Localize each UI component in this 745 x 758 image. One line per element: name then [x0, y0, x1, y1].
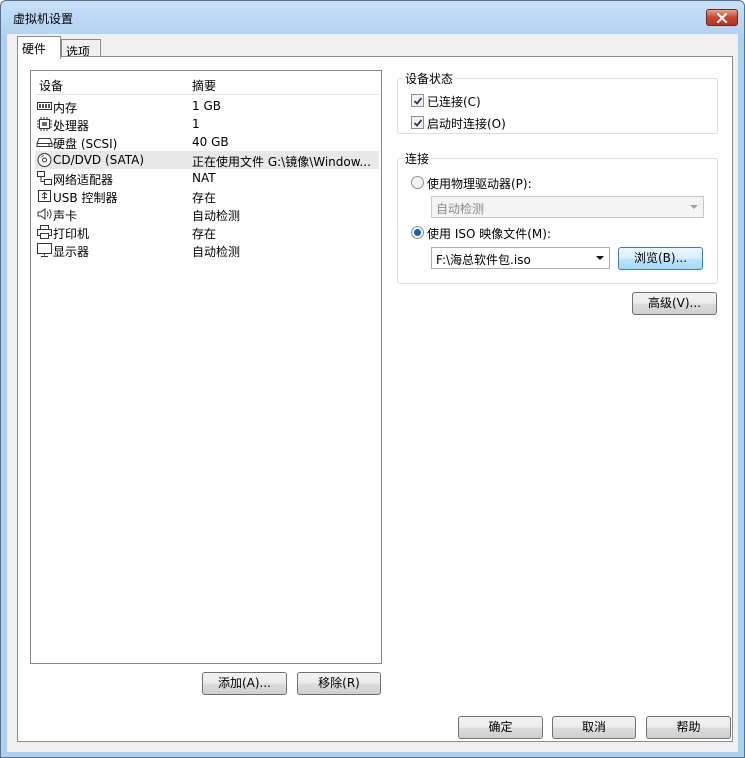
display-icon — [37, 243, 52, 257]
connect-at-power-on-label[interactable]: 启动时连接(O) — [427, 115, 506, 132]
network-adapter-icon — [37, 171, 52, 185]
connect-at-power-on-checkbox[interactable] — [411, 116, 424, 129]
device-summary: 存在 — [192, 191, 217, 205]
memory-icon — [37, 102, 52, 110]
device-name: 声卡 — [53, 209, 78, 223]
device-name: USB 控制器 — [53, 191, 118, 205]
close-button[interactable] — [706, 9, 738, 26]
device-row-cd-dvd[interactable]: CD/DVD (SATA) 正在使用文件 G:\镜像\Window... — [35, 151, 379, 169]
physical-drive-select[interactable]: 自动检测 — [431, 196, 704, 218]
device-summary: 存在 — [192, 227, 217, 241]
tab-hardware-label: 硬件 — [22, 42, 47, 56]
device-list[interactable]: 设备 摘要 内存 1 GB 处理器 1 硬盘 (SCSI) 40 GB CD/D… — [30, 70, 382, 664]
device-summary: 自动检测 — [192, 209, 241, 223]
iso-image-radio[interactable] — [411, 226, 424, 239]
device-name: 打印机 — [53, 227, 90, 241]
check-icon — [413, 119, 423, 127]
device-row-memory[interactable]: 内存 1 GB — [35, 97, 379, 115]
device-status-title: 设备状态 — [403, 70, 456, 87]
chevron-down-icon — [690, 205, 698, 209]
device-summary: 1 GB — [192, 99, 221, 113]
device-row-usb-controller[interactable]: USB 控制器 存在 — [35, 187, 379, 205]
title-bar[interactable]: 虚拟机设置 — [1, 1, 744, 34]
check-icon — [413, 97, 423, 105]
vm-settings-window: 虚拟机设置 硬件 选项 设备 摘要 内存 1 GB 处理器 1 硬盘 (SCSI… — [0, 0, 745, 758]
chevron-down-icon — [596, 256, 604, 260]
cancel-button[interactable]: 取消 — [552, 716, 636, 739]
device-name: 网络适配器 — [53, 173, 114, 187]
physical-drive-label[interactable]: 使用物理驱动器(P): — [427, 175, 532, 192]
close-icon — [716, 12, 728, 23]
usb-icon — [38, 190, 51, 202]
header-divider — [35, 94, 379, 95]
connected-label[interactable]: 已连接(C) — [427, 93, 481, 110]
tab-hardware[interactable]: 硬件 — [17, 36, 61, 59]
dialog-client-area: 硬件 选项 设备 摘要 内存 1 GB 处理器 1 硬盘 (SCSI) 40 G… — [7, 34, 738, 752]
help-button[interactable]: 帮助 — [646, 716, 731, 739]
device-row-display[interactable]: 显示器 自动检测 — [35, 241, 379, 259]
cd-dvd-icon — [37, 153, 52, 167]
device-name: 内存 — [53, 101, 78, 115]
processor-icon — [37, 117, 52, 131]
ok-button[interactable]: 确定 — [458, 716, 543, 739]
device-name: 处理器 — [53, 119, 90, 133]
browse-button[interactable]: 浏览(B)... — [618, 247, 703, 270]
sound-card-icon — [37, 208, 52, 220]
connection-title: 连接 — [403, 150, 432, 167]
column-header-device[interactable]: 设备 — [39, 77, 63, 94]
iso-image-label[interactable]: 使用 ISO 映像文件(M): — [427, 225, 551, 242]
printer-icon — [37, 225, 52, 239]
device-summary: 40 GB — [192, 135, 229, 149]
device-summary: 正在使用文件 G:\镜像\Window... — [192, 155, 371, 169]
physical-drive-radio[interactable] — [411, 176, 424, 189]
connected-checkbox[interactable] — [411, 94, 424, 107]
device-row-network-adapter[interactable]: 网络适配器 NAT — [35, 169, 379, 187]
device-row-sound-card[interactable]: 声卡 自动检测 — [35, 205, 379, 223]
iso-path-combobox[interactable]: F:\海总软件包.iso — [431, 247, 610, 269]
physical-drive-value: 自动检测 — [436, 202, 485, 216]
device-name: CD/DVD (SATA) — [53, 153, 145, 167]
window-title: 虚拟机设置 — [13, 12, 74, 26]
device-row-printer[interactable]: 打印机 存在 — [35, 223, 379, 241]
device-summary: 自动检测 — [192, 245, 241, 259]
iso-path-value: F:\海总软件包.iso — [436, 253, 531, 267]
device-name: 硬盘 (SCSI) — [53, 137, 118, 151]
device-row-processor[interactable]: 处理器 1 — [35, 115, 379, 133]
device-summary: 1 — [192, 117, 200, 131]
advanced-button[interactable]: 高级(V)... — [632, 292, 717, 315]
device-row-hard-disk[interactable]: 硬盘 (SCSI) 40 GB — [35, 133, 379, 151]
device-name: 显示器 — [53, 245, 90, 259]
hard-disk-icon — [36, 138, 53, 147]
column-header-summary[interactable]: 摘要 — [192, 77, 216, 94]
remove-device-button[interactable]: 移除(R) — [297, 672, 381, 695]
add-device-button[interactable]: 添加(A)... — [202, 672, 287, 695]
device-summary: NAT — [192, 171, 216, 185]
